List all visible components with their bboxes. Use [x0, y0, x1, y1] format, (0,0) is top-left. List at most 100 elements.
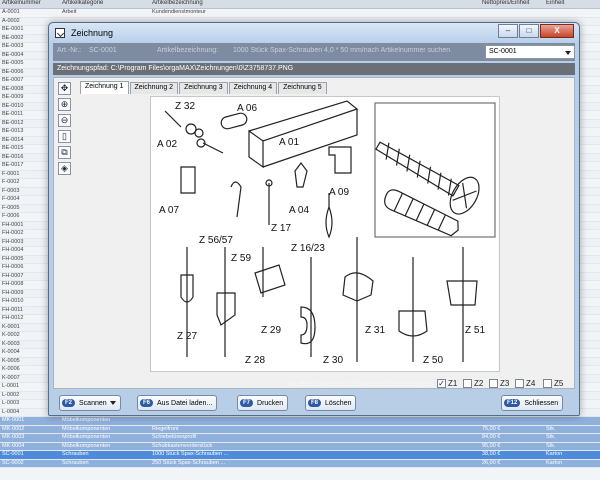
checkbox-label: Z5 — [554, 379, 564, 388]
article-select-value: SC-0001 — [489, 48, 517, 55]
scan-button[interactable]: F2 Scannen — [59, 395, 121, 411]
drawing-label: A 07 — [159, 205, 180, 216]
table-cell — [150, 417, 480, 425]
chevron-down-icon — [109, 401, 116, 405]
table-cell: Stk. — [546, 425, 556, 432]
checkbox-z3[interactable]: Z3 — [489, 379, 509, 388]
col-header[interactable]: Artikelbezeichnung — [150, 0, 480, 8]
table-cell: 38,00 € — [482, 451, 501, 457]
drawing-label: Z 59 — [231, 253, 252, 264]
drawing-toolbar: ✥ ⊕ ⊖ ▯ ⧉ ◈ — [58, 82, 72, 178]
close-window-button[interactable]: X — [540, 24, 574, 38]
table-cell: Schiebetürenprofil — [152, 434, 197, 440]
drawing-label: Z 29 — [261, 325, 282, 336]
table-cell — [480, 417, 544, 425]
checkbox[interactable] — [543, 379, 552, 388]
table-cell — [544, 9, 600, 17]
color-icon[interactable]: ◈ — [58, 162, 71, 175]
table-row[interactable]: MK-0002 Möbelkomponenten Riegelfront 75,00 … — [0, 425, 600, 434]
checkbox-z4[interactable]: Z4 — [515, 379, 535, 388]
tab-zeichnung-5[interactable]: Zeichnung 5 — [278, 82, 327, 94]
tab-zeichnung-1[interactable]: Zeichnung 1 — [80, 81, 129, 94]
table-cell: MK-0002 — [2, 425, 25, 432]
table-row[interactable]: MK-0004 Möbelkomponenten Schubkastenvorder… — [0, 442, 600, 451]
col-header[interactable]: Einheit — [544, 0, 600, 8]
table-cell: Möbelkomponenten — [62, 442, 111, 449]
table-cell: A-0001 — [2, 9, 20, 15]
drawing-label: Z 51 — [465, 325, 486, 336]
checkbox-z1[interactable]: ✓ Z1 — [437, 379, 457, 388]
table-row[interactable]: A-0001 Arbeit Kundendienstmonteur — [0, 9, 600, 18]
fit-icon[interactable]: ✥ — [58, 82, 71, 95]
tab-zeichnung-2[interactable]: Zeichnung 2 — [129, 82, 179, 94]
copy-icon[interactable]: ⧉ — [58, 146, 71, 159]
shortcut-badge: F12 — [504, 399, 521, 407]
artnr-label: Art.-Nr.: — [57, 47, 82, 54]
table-cell: Schrauben — [62, 451, 89, 457]
maximize-button[interactable]: □ — [519, 24, 539, 38]
drawing-label: Z 17 — [271, 223, 292, 234]
table-cell: 1000 Stück Spax-Schrauben ... — [152, 451, 229, 457]
table-cell: 95,00 € — [482, 442, 501, 449]
load-from-file-button[interactable]: F6 Aus Datei laden... — [137, 395, 218, 411]
drawing-label: A 09 — [329, 187, 350, 198]
checkbox[interactable]: ✓ — [437, 379, 446, 388]
artnr-value: SC-0001 — [89, 47, 117, 54]
table-cell: SC-0002 — [2, 459, 24, 466]
table-cell: MK-0004 — [2, 442, 25, 449]
table-cell: SC-0001 — [2, 451, 24, 457]
checkbox-label: Z1 — [448, 379, 458, 388]
table-row[interactable]: SC-0001 Schrauben 1000 Stück Spax-Schraube… — [0, 451, 600, 460]
button-label: Schliessen — [524, 399, 559, 407]
checkbox[interactable] — [515, 379, 524, 388]
table-row[interactable]: SC-0002 Schrauben 250 Stück Spax-Schrauben… — [0, 459, 600, 468]
print-button[interactable]: F7 Drucken — [237, 395, 289, 411]
blank-page-icon[interactable]: ▯ — [58, 130, 71, 143]
drawing-label: Z 50 — [423, 355, 444, 366]
article-info-bar: Art.-Nr.: SC-0001 Artikelbezeichnung: 10… — [53, 43, 575, 61]
table-cell: 84,00 € — [482, 434, 501, 440]
table-cell: Möbelkomponenten — [62, 434, 111, 440]
window-title: Zeichnung — [71, 28, 114, 38]
table-cell: Schubkastenvorderstück — [152, 442, 213, 449]
table-row[interactable]: MK-0001 Möbelkomponenten — [0, 417, 600, 426]
drawing-tabs: Zeichnung 1 Zeichnung 2 Zeichnung 3 Zeic… — [80, 81, 328, 94]
checkbox-label: Z4 — [526, 379, 536, 388]
shortcut-badge: F8 — [308, 399, 322, 407]
checkbox-label: Z3 — [500, 379, 510, 388]
table-cell: Möbelkomponenten — [62, 425, 111, 432]
title-bar[interactable]: Zeichnung – □ X — [49, 23, 579, 43]
table-cell: Stk. — [546, 434, 556, 440]
close-button[interactable]: F12 Schliessen — [501, 395, 564, 411]
minimize-button[interactable]: – — [498, 24, 518, 38]
tab-zeichnung-4[interactable]: Zeichnung 4 — [228, 82, 278, 94]
checkbox-z5[interactable]: Z5 — [543, 379, 563, 388]
checkbox[interactable] — [489, 379, 498, 388]
drawing-path: Zeichnungspfad: C:\Program Files\orgaMAX… — [53, 63, 575, 75]
checkbox[interactable] — [463, 379, 472, 388]
window-icon — [55, 28, 65, 38]
col-header[interactable]: Nettopreis/Einheit — [480, 0, 544, 8]
table-cell: 250 Stück Spax-Schrauben ... — [152, 459, 226, 466]
drawing-image: Z 32 A 06 A 02 A 01 A 07 A 09 A 04 Z 56/… — [150, 96, 500, 372]
description-value: 1000 Stück Spax-Schrauben 4,0 * 50 mm/na… — [233, 47, 451, 54]
drawing-panel: ✥ ⊕ ⊖ ▯ ⧉ ◈ Zeichnung 1 Zeichnung 2 Zeic… — [53, 77, 575, 389]
checkbox-z2[interactable]: Z2 — [463, 379, 483, 388]
table-cell: Arbeit — [62, 9, 77, 15]
delete-button[interactable]: F8 Löschen — [305, 395, 357, 411]
table-cell: 75,00 € — [482, 425, 501, 432]
table-cell: MK-0003 — [2, 434, 25, 440]
col-header[interactable]: Artikelnummer — [0, 0, 60, 8]
drawing-label: Z 32 — [175, 101, 196, 112]
description-label: Artikelbezeichnung: — [157, 47, 219, 54]
article-select[interactable]: SC-0001 — [485, 45, 575, 59]
drawing-label: Z 27 — [177, 331, 198, 342]
zoom-in-icon[interactable]: ⊕ — [58, 98, 71, 111]
table-row[interactable]: MK-0003 Möbelkomponenten Schiebetürenprofi… — [0, 434, 600, 443]
drawing-label: A 01 — [279, 137, 300, 148]
table-cell: 26,00 € — [482, 459, 501, 466]
shortcut-badge: F7 — [240, 399, 254, 407]
tab-zeichnung-3[interactable]: Zeichnung 3 — [179, 82, 228, 94]
zoom-out-icon[interactable]: ⊖ — [58, 114, 71, 127]
col-header[interactable]: Artikelkategorie — [60, 0, 150, 8]
